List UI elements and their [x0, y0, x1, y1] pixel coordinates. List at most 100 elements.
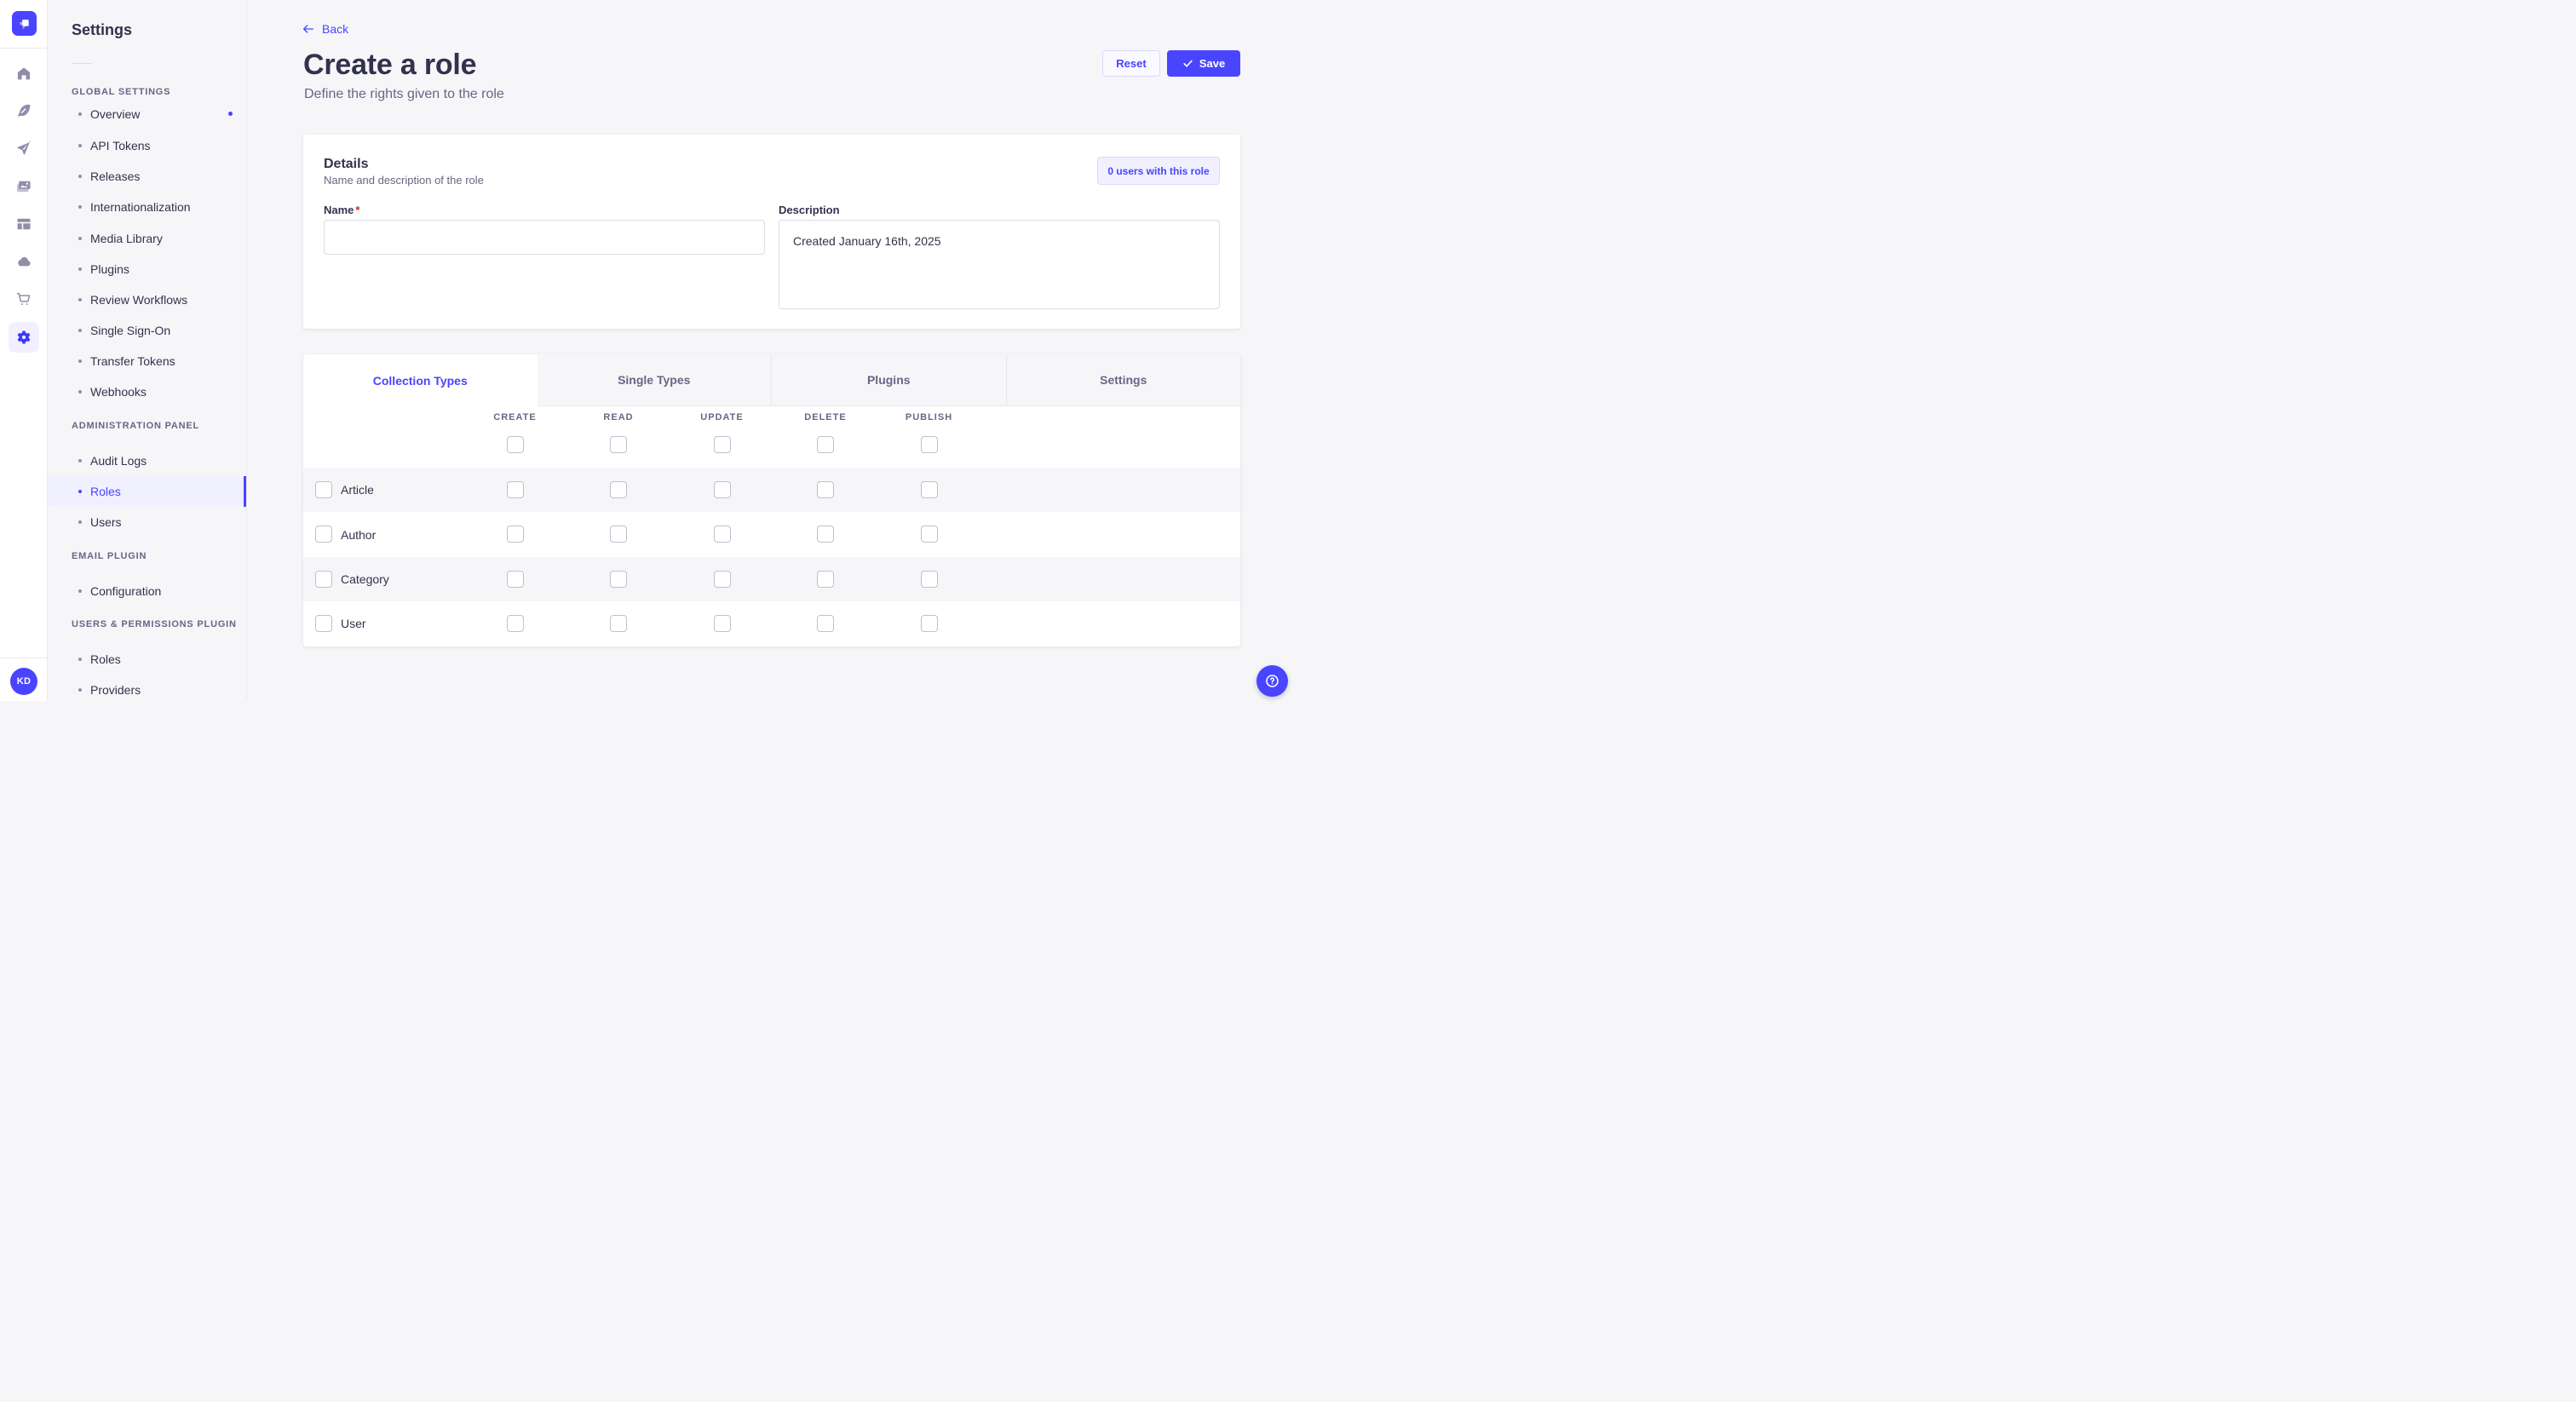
sidebar-item-releases[interactable]: Releases [48, 161, 246, 192]
author-create-checkbox[interactable] [507, 526, 524, 543]
user-create-checkbox[interactable] [507, 615, 524, 632]
bullet-icon [78, 237, 82, 240]
bullet-icon [78, 267, 82, 271]
article-create-checkbox[interactable] [507, 481, 524, 498]
category-publish-checkbox[interactable] [921, 571, 938, 588]
article-update-checkbox[interactable] [714, 481, 731, 498]
row-label: Article [341, 483, 374, 497]
row-label: User [341, 617, 366, 630]
category-read-checkbox[interactable] [610, 571, 627, 588]
sidebar-item-media-library[interactable]: Media Library [48, 223, 246, 254]
sidebar-item-single-sign-on[interactable]: Single Sign-On [48, 315, 246, 346]
user-publish-checkbox[interactable] [921, 615, 938, 632]
select-all-read-checkbox[interactable] [610, 436, 627, 453]
tab-plugins[interactable]: Plugins [771, 354, 1006, 406]
bullet-icon [78, 520, 82, 524]
sidebar-item-roles-up[interactable]: Roles [48, 644, 246, 675]
select-all-delete-checkbox[interactable] [817, 436, 834, 453]
sidebar-title: Settings [72, 21, 132, 39]
sidebar-item-configuration[interactable]: Configuration [48, 576, 246, 606]
description-label: Description [779, 204, 840, 216]
nav-rail: KD [0, 0, 48, 701]
table-row-author: Author [303, 512, 1240, 556]
question-mark-icon [1264, 673, 1280, 689]
bullet-icon [78, 589, 82, 593]
article-publish-checkbox[interactable] [921, 481, 938, 498]
tab-single-types[interactable]: Single Types [538, 354, 772, 406]
author-read-checkbox[interactable] [610, 526, 627, 543]
required-asterisk: * [355, 204, 359, 216]
column-header-read: READ [603, 412, 633, 422]
sidebar-item-overview[interactable]: Overview [48, 99, 246, 129]
sidebar-item-plugins[interactable]: Plugins [48, 254, 246, 284]
category-create-checkbox[interactable] [507, 571, 524, 588]
rail-divider [0, 48, 47, 49]
page-subtitle: Define the rights given to the role [304, 87, 504, 102]
select-all-create-checkbox[interactable] [507, 436, 524, 453]
marketplace-cart-icon[interactable] [15, 290, 32, 307]
bullet-icon [78, 459, 82, 463]
sidebar-item-roles-admin[interactable]: Roles [48, 476, 246, 507]
sidebar-item-review-workflows[interactable]: Review Workflows [48, 284, 246, 315]
author-publish-checkbox[interactable] [921, 526, 938, 543]
users-with-role-badge[interactable]: 0 users with this role [1097, 157, 1220, 185]
row-select-checkbox[interactable] [315, 481, 332, 498]
tab-collection-types[interactable]: Collection Types [303, 354, 538, 406]
sidebar-item-users[interactable]: Users [48, 507, 246, 537]
row-select-checkbox[interactable] [315, 526, 332, 543]
user-delete-checkbox[interactable] [817, 615, 834, 632]
row-label: Author [341, 528, 376, 542]
tab-settings[interactable]: Settings [1006, 354, 1241, 406]
sidebar-item-webhooks[interactable]: Webhooks [48, 376, 246, 407]
row-select-checkbox[interactable] [315, 615, 332, 632]
name-input[interactable] [324, 220, 765, 255]
bullet-icon [78, 112, 82, 116]
bullet-icon [78, 390, 82, 394]
media-library-icon[interactable] [15, 178, 32, 195]
feather-icon[interactable] [15, 102, 32, 119]
sidebar-divider [72, 63, 92, 64]
select-all-update-checkbox[interactable] [714, 436, 731, 453]
cloud-icon[interactable] [15, 253, 32, 270]
layout-icon[interactable] [15, 215, 32, 233]
table-row-article: Article [303, 468, 1240, 512]
back-label: Back [322, 22, 348, 36]
save-button[interactable]: Save [1167, 50, 1240, 77]
check-icon [1182, 58, 1193, 69]
sidebar-item-providers[interactable]: Providers [48, 675, 246, 705]
category-update-checkbox[interactable] [714, 571, 731, 588]
avatar[interactable]: KD [10, 668, 37, 695]
category-delete-checkbox[interactable] [817, 571, 834, 588]
sidebar-item-transfer-tokens[interactable]: Transfer Tokens [48, 346, 246, 376]
section-email-plugin: EMAIL PLUGIN [72, 551, 147, 565]
description-textarea[interactable]: Created January 16th, 2025 [779, 220, 1220, 309]
author-update-checkbox[interactable] [714, 526, 731, 543]
paper-plane-icon[interactable] [15, 140, 32, 157]
reset-button[interactable]: Reset [1102, 50, 1160, 77]
user-read-checkbox[interactable] [610, 615, 627, 632]
sidebar-item-audit-logs[interactable]: Audit Logs [48, 445, 246, 476]
section-administration-panel: ADMINISTRATION PANEL [72, 421, 199, 434]
column-header-delete: DELETE [804, 412, 846, 422]
row-label: Category [341, 572, 389, 586]
author-delete-checkbox[interactable] [817, 526, 834, 543]
strapi-logo[interactable] [12, 11, 37, 36]
gear-icon[interactable] [15, 329, 32, 346]
select-all-publish-checkbox[interactable] [921, 436, 938, 453]
bullet-icon [78, 329, 82, 332]
name-label: Name* [324, 204, 359, 216]
row-select-checkbox[interactable] [315, 571, 332, 588]
help-button[interactable] [1256, 665, 1288, 697]
home-icon[interactable] [15, 65, 32, 82]
back-link[interactable]: Back [302, 22, 348, 36]
article-read-checkbox[interactable] [610, 481, 627, 498]
article-delete-checkbox[interactable] [817, 481, 834, 498]
sidebar-item-api-tokens[interactable]: API Tokens [48, 130, 246, 161]
sidebar-item-internationalization[interactable]: Internationalization [48, 192, 246, 222]
table-row-category: Category [303, 557, 1240, 601]
user-update-checkbox[interactable] [714, 615, 731, 632]
arrow-left-icon [302, 22, 315, 36]
settings-sidebar: Settings GLOBAL SETTINGS Overview API To… [48, 0, 247, 701]
page-title: Create a role [303, 49, 476, 82]
bullet-icon [78, 175, 82, 178]
